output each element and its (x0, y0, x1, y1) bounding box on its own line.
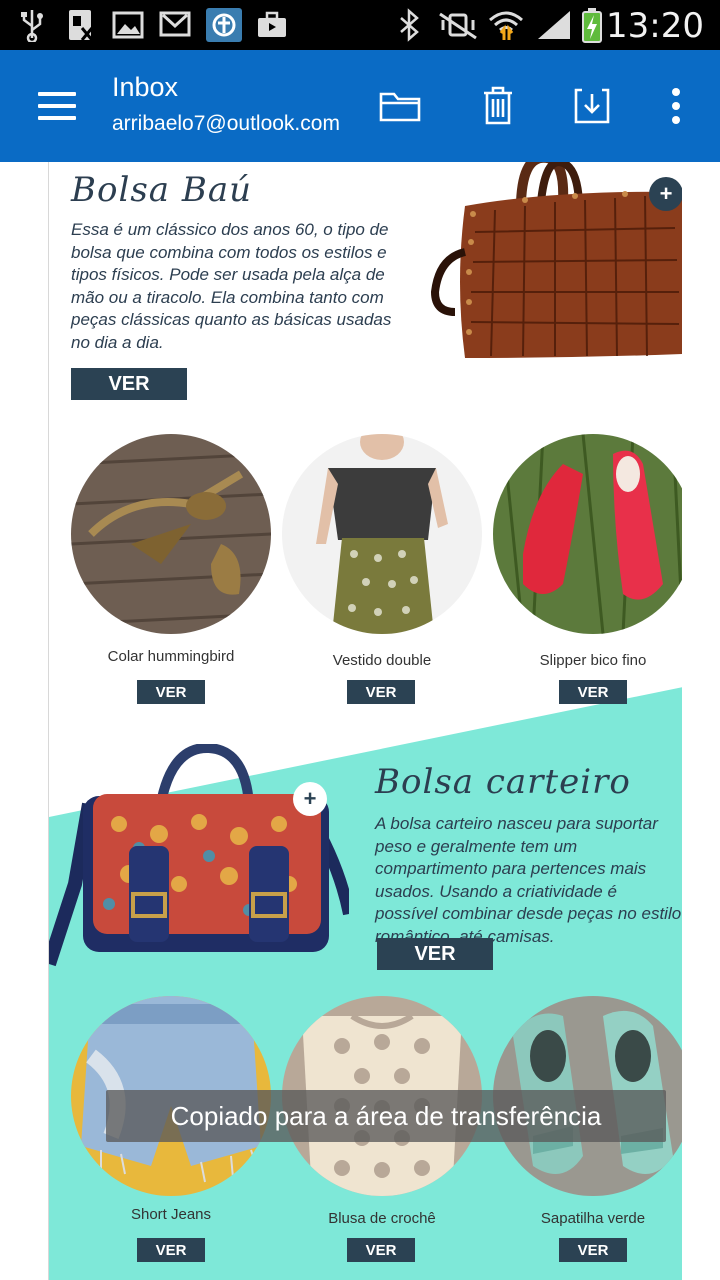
feature1-ver-button[interactable]: VER (71, 368, 187, 400)
briefcase-icon (254, 8, 290, 42)
app-bar: Inbox arribaelo7@outlook.com (0, 50, 720, 162)
feature1-title: Bolsa Baú (71, 170, 253, 210)
menu-button[interactable] (30, 84, 82, 128)
bolsa-carteiro-image[interactable] (49, 744, 349, 994)
more-icon (672, 88, 680, 124)
clipboard-toast: Copiado para a área de transferência (106, 1090, 666, 1142)
page-title: Inbox (112, 72, 179, 102)
product-label-slipper: Slipper bico fino (539, 652, 647, 669)
feature1-description: Essa é um clássico dos anos 60, o tipo d… (71, 220, 392, 352)
product-ver-colar[interactable]: VER (137, 680, 205, 704)
product-label-colar: Colar hummingbird (107, 648, 235, 665)
product-ver-slipper[interactable]: VER (559, 680, 627, 704)
bolsa-bau-image[interactable] (425, 162, 682, 362)
more-options-button[interactable] (652, 82, 700, 130)
product-ver-sapatilha[interactable]: VER (559, 1238, 627, 1262)
wifi-icon (486, 8, 526, 42)
move-to-folder-button[interactable] (376, 82, 424, 130)
usb-icon (16, 8, 48, 42)
product-label-sapatilha: Sapatilha verde (540, 1210, 646, 1227)
product-image-vestido[interactable] (282, 434, 482, 634)
product-ver-blusa[interactable]: VER (347, 1238, 415, 1262)
vibrate-mute-icon (436, 8, 480, 42)
feature2-ver-button[interactable]: VER (377, 938, 493, 970)
gmail-icon (158, 8, 194, 42)
archive-icon (574, 88, 610, 124)
product-ver-vestido[interactable]: VER (347, 680, 415, 704)
product-label-vestido: Vestido double (332, 652, 432, 669)
product-ver-short[interactable]: VER (137, 1238, 205, 1262)
account-email: arribaelo7@outlook.com (112, 112, 340, 135)
status-time: 13:20 (606, 6, 704, 46)
delete-button[interactable] (474, 82, 522, 130)
feature1-plus-button[interactable]: + (649, 177, 682, 211)
archive-button[interactable] (568, 82, 616, 130)
sim-icon (64, 8, 98, 42)
feature2-title: Bolsa carteiro (375, 762, 631, 802)
feature2-description: A bolsa carteiro nasceu para suportar pe… (375, 814, 682, 946)
trash-icon (484, 86, 512, 125)
page-margin (682, 162, 720, 1280)
product-label-blusa: Blusa de crochê (328, 1210, 436, 1227)
product-image-colar[interactable] (71, 434, 271, 634)
menu-icon (38, 92, 76, 96)
battery-charging-icon (578, 8, 606, 43)
status-bar: 13:20 (0, 0, 720, 50)
signal-icon (534, 8, 574, 42)
feature2-plus-button[interactable]: + (293, 782, 327, 816)
bluetooth-icon (394, 8, 424, 42)
image-icon (110, 8, 146, 42)
app-notification-icon (206, 8, 242, 42)
folder-icon (379, 92, 421, 122)
product-image-slipper[interactable] (493, 434, 682, 634)
product-label-short: Short Jeans (130, 1206, 212, 1223)
